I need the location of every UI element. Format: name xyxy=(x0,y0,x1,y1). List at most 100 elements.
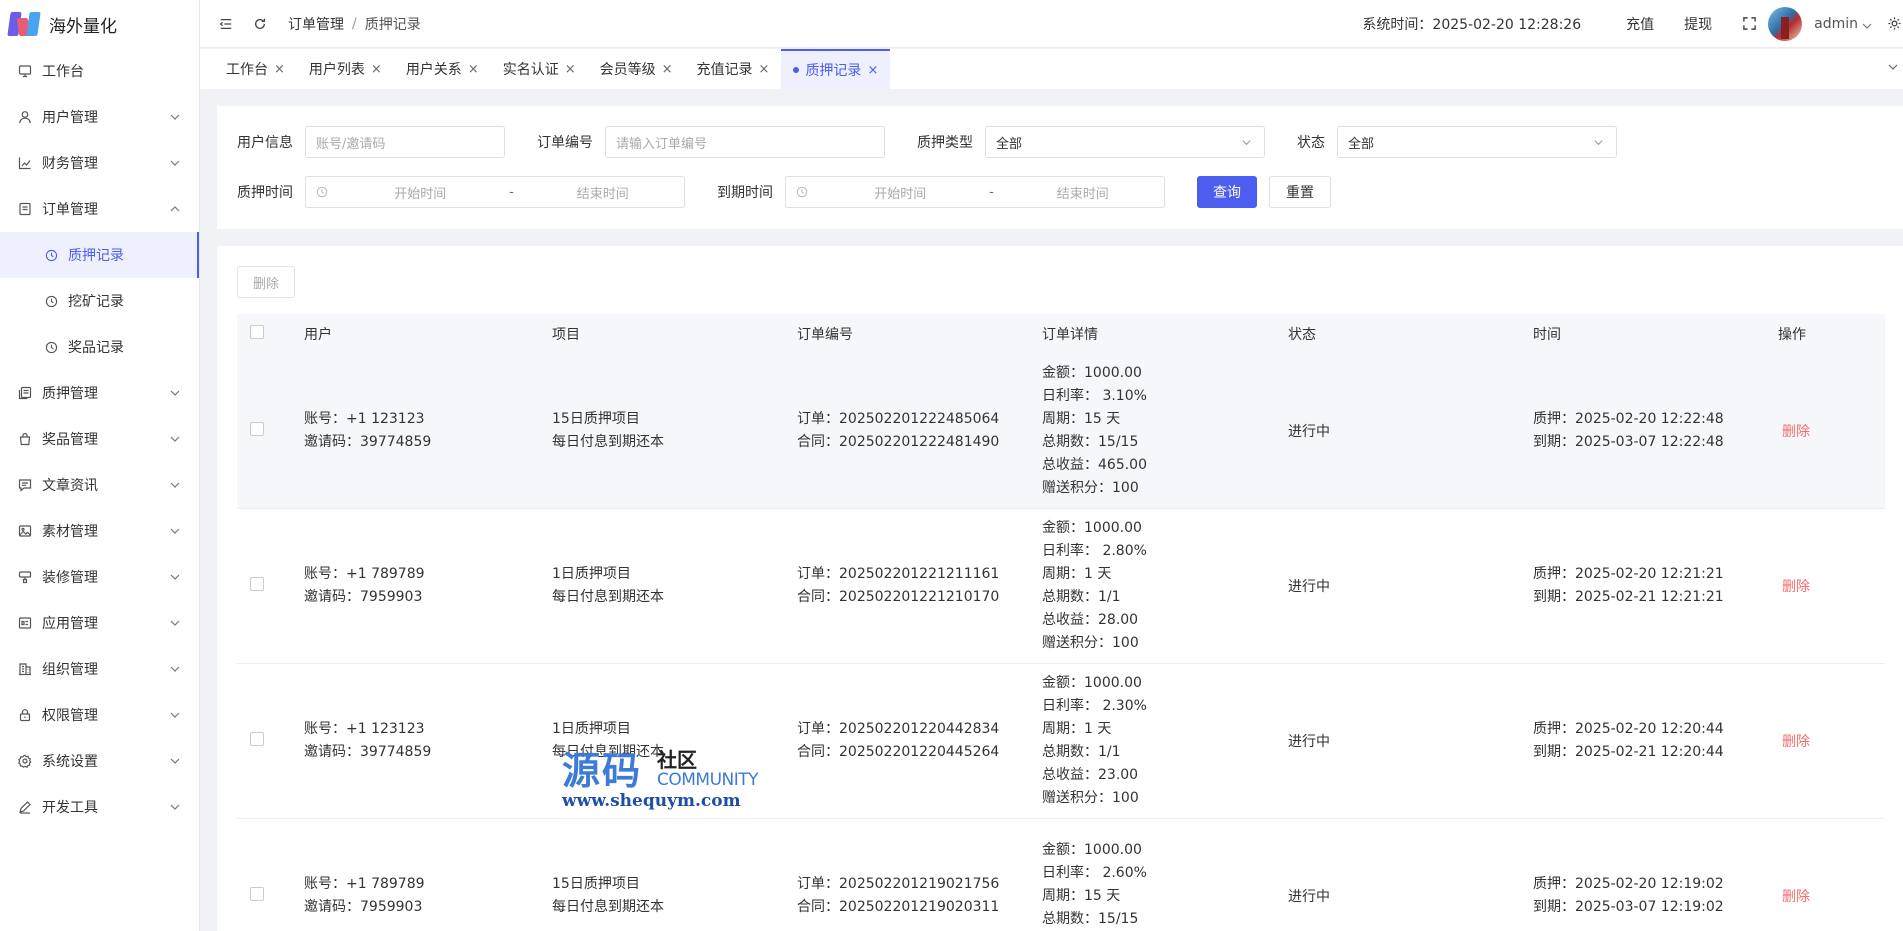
table-row: 账号：+1 123123 邀请码：39774859 15日质押项目 每日付息到期还本订… xyxy=(237,354,1885,509)
filter-row-2: 质押时间 开始时间 - 结束时间 到期时间 开始时间 - 结束时间 查询 重置 xyxy=(237,176,1331,208)
close-icon[interactable]: × xyxy=(371,62,382,77)
cell-project-line: 每日付息到期还本 xyxy=(552,899,664,915)
cell-order-line: 订单：202502201222485064 xyxy=(797,411,1000,427)
tab-3[interactable]: 实名认证 × xyxy=(491,49,588,89)
breadcrumb-item-order-management[interactable]: 订单管理 xyxy=(288,14,344,34)
close-icon[interactable]: × xyxy=(662,62,673,77)
close-icon[interactable]: × xyxy=(274,62,285,77)
chevron-down-icon xyxy=(1593,137,1604,148)
sidebar-item-4[interactable]: 质押管理 xyxy=(0,370,199,416)
cell-detail-line: 总期数：1/1 xyxy=(1042,589,1121,605)
cell-order-line: 订单：202502201221211161 xyxy=(797,566,1000,582)
cell-detail: 金额：1000.00 日利率： 2.30% 周期：1 天总期数：1/1 总收益：23.… xyxy=(1042,672,1288,810)
gear-icon[interactable] xyxy=(1887,16,1903,32)
sidebar-item-12[interactable]: 系统设置 xyxy=(0,738,199,784)
row-delete-button[interactable]: 删除 xyxy=(1778,734,1810,750)
chevron-down-icon[interactable] xyxy=(1862,19,1872,29)
collapse-menu-icon[interactable] xyxy=(218,16,234,32)
order-no-placeholder: 请输入订单编号 xyxy=(616,136,708,152)
image-icon xyxy=(18,524,32,538)
row-checkbox[interactable] xyxy=(250,887,264,901)
sidebar-item-8[interactable]: 装修管理 xyxy=(0,554,199,600)
cell-detail-line: 周期：15 天 xyxy=(1042,887,1121,904)
user-info-input[interactable]: 账号/邀请码 xyxy=(305,126,505,158)
sidebar-item-6[interactable]: 文章资讯 xyxy=(0,462,199,508)
withdraw-link[interactable]: 提现 xyxy=(1684,14,1712,34)
tab-5[interactable]: 充值记录 × xyxy=(685,49,782,89)
row-checkbox[interactable] xyxy=(250,422,264,436)
sidebar-item-9[interactable]: 应用管理 xyxy=(0,600,199,646)
tab-4[interactable]: 会员等级 × xyxy=(588,49,685,89)
cell-order-line: 合同：202502201220445264 xyxy=(797,744,1000,760)
expire-time-start[interactable]: 开始时间 xyxy=(819,183,982,202)
close-icon[interactable]: × xyxy=(759,62,770,77)
sidebar-item-11[interactable]: 权限管理 xyxy=(0,692,199,738)
submenu-item-0[interactable]: 质押记录 xyxy=(0,232,199,278)
cell-detail-line: 赠送积分：100 xyxy=(1042,480,1139,496)
pledge-type-select[interactable]: 全部 xyxy=(985,126,1265,158)
sidebar-item-13[interactable]: 开发工具 xyxy=(0,784,199,830)
cell-detail-line: 总收益：23.00 xyxy=(1042,767,1139,783)
submenu-item-label: 质押记录 xyxy=(68,248,124,264)
pledge-time-end[interactable]: 结束时间 xyxy=(522,183,685,202)
refresh-icon[interactable] xyxy=(252,16,268,32)
sidebar-item-5[interactable]: 奖品管理 xyxy=(0,416,199,462)
cell-status: 进行中 xyxy=(1288,579,1330,595)
submenu-item-label: 奖品记录 xyxy=(68,340,124,356)
pledge-time-start[interactable]: 开始时间 xyxy=(339,183,502,202)
user-name[interactable]: admin xyxy=(1814,16,1858,32)
tab-label: 用户关系 xyxy=(405,62,462,78)
row-delete-button[interactable]: 删除 xyxy=(1778,889,1810,905)
order-icon xyxy=(18,202,32,216)
chevron-down-icon[interactable] xyxy=(1887,61,1903,77)
batch-delete-button[interactable]: 删除 xyxy=(237,266,296,298)
cell-detail-line: 赠送积分：100 xyxy=(1042,790,1139,806)
cell-detail-line: 总期数：15/15 xyxy=(1042,434,1139,450)
cell-detail-line: 金额：1000.00 xyxy=(1042,520,1142,536)
sidebar-item-3[interactable]: 订单管理 xyxy=(0,186,199,232)
table-panel: 删除 用户 项目 订单编号 订单详情 状态 时间 操作 账号：+1 123123 邀请码：39… xyxy=(217,246,1903,931)
tab-2[interactable]: 用户关系 × xyxy=(394,49,491,89)
cell-project-line: 1日质押项目 xyxy=(552,566,631,582)
reset-button[interactable]: 重置 xyxy=(1269,176,1331,208)
expire-time-end[interactable]: 结束时间 xyxy=(1002,183,1165,202)
recharge-link[interactable]: 充值 xyxy=(1626,14,1654,34)
expire-time-range[interactable]: 开始时间 - 结束时间 xyxy=(785,176,1165,208)
sidebar-item-10[interactable]: 组织管理 xyxy=(0,646,199,692)
tab-6[interactable]: 质押记录 × xyxy=(781,49,891,89)
cell-time: 质押：2025-02-20 12:20:44 到期：2025-02-21 12:2… xyxy=(1533,718,1778,764)
avatar[interactable] xyxy=(1768,7,1803,41)
order-no-input[interactable]: 请输入订单编号 xyxy=(605,126,885,158)
select-all-checkbox[interactable] xyxy=(250,325,264,339)
close-icon[interactable]: × xyxy=(565,62,576,77)
tab-1[interactable]: 用户列表 × xyxy=(297,49,394,89)
tab-0[interactable]: 工作台 × xyxy=(214,49,297,89)
sidebar-item-2[interactable]: 财务管理 xyxy=(0,140,199,186)
submenu-item-2[interactable]: 奖品记录 xyxy=(0,324,199,370)
row-checkbox[interactable] xyxy=(250,732,264,746)
row-checkbox[interactable] xyxy=(250,577,264,591)
sidebar-item-0[interactable]: 工作台 xyxy=(0,48,199,94)
row-delete-button[interactable]: 删除 xyxy=(1778,424,1810,440)
fullscreen-icon[interactable] xyxy=(1742,16,1758,32)
cell-detail-line: 总期数：1/1 xyxy=(1042,744,1121,760)
pen-icon xyxy=(18,800,32,814)
sidebar-item-label: 用户管理 xyxy=(42,110,98,126)
cell-time-line: 到期：2025-03-07 12:19:02 xyxy=(1533,899,1724,915)
search-button[interactable]: 查询 xyxy=(1197,176,1257,208)
submenu-item-1[interactable]: 挖矿记录 xyxy=(0,278,199,324)
pledge-time-range[interactable]: 开始时间 - 结束时间 xyxy=(305,176,685,208)
status-select[interactable]: 全部 xyxy=(1337,126,1617,158)
column-header-5: 时间 xyxy=(1533,327,1561,343)
close-icon[interactable]: × xyxy=(468,62,479,77)
sidebar-item-1[interactable]: 用户管理 xyxy=(0,94,199,140)
close-icon[interactable]: × xyxy=(867,63,878,78)
app-logo[interactable]: 海外量化 xyxy=(0,0,199,48)
tab-label: 质押记录 xyxy=(805,63,862,79)
cell-detail: 金额：1000.00 日利率： 2.80% 周期：1 天总期数：1/1 总收益：28.… xyxy=(1042,517,1288,655)
chevron-down-icon xyxy=(169,617,181,629)
sidebar-item-label: 应用管理 xyxy=(42,616,98,632)
sidebar-item-7[interactable]: 素材管理 xyxy=(0,508,199,554)
row-delete-button[interactable]: 删除 xyxy=(1778,579,1810,595)
clock-icon xyxy=(44,294,58,308)
